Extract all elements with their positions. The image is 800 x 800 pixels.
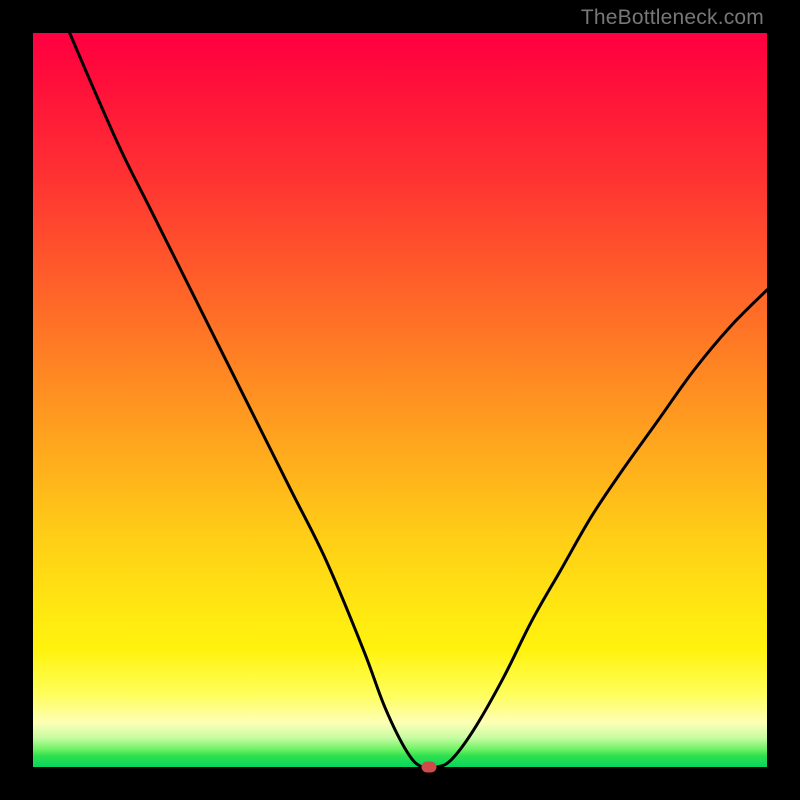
watermark-text: TheBottleneck.com: [581, 6, 764, 30]
chart-frame: TheBottleneck.com: [0, 0, 800, 800]
bottleneck-curve: [33, 33, 767, 767]
optimum-marker: [422, 762, 437, 773]
plot-area: [33, 33, 767, 767]
